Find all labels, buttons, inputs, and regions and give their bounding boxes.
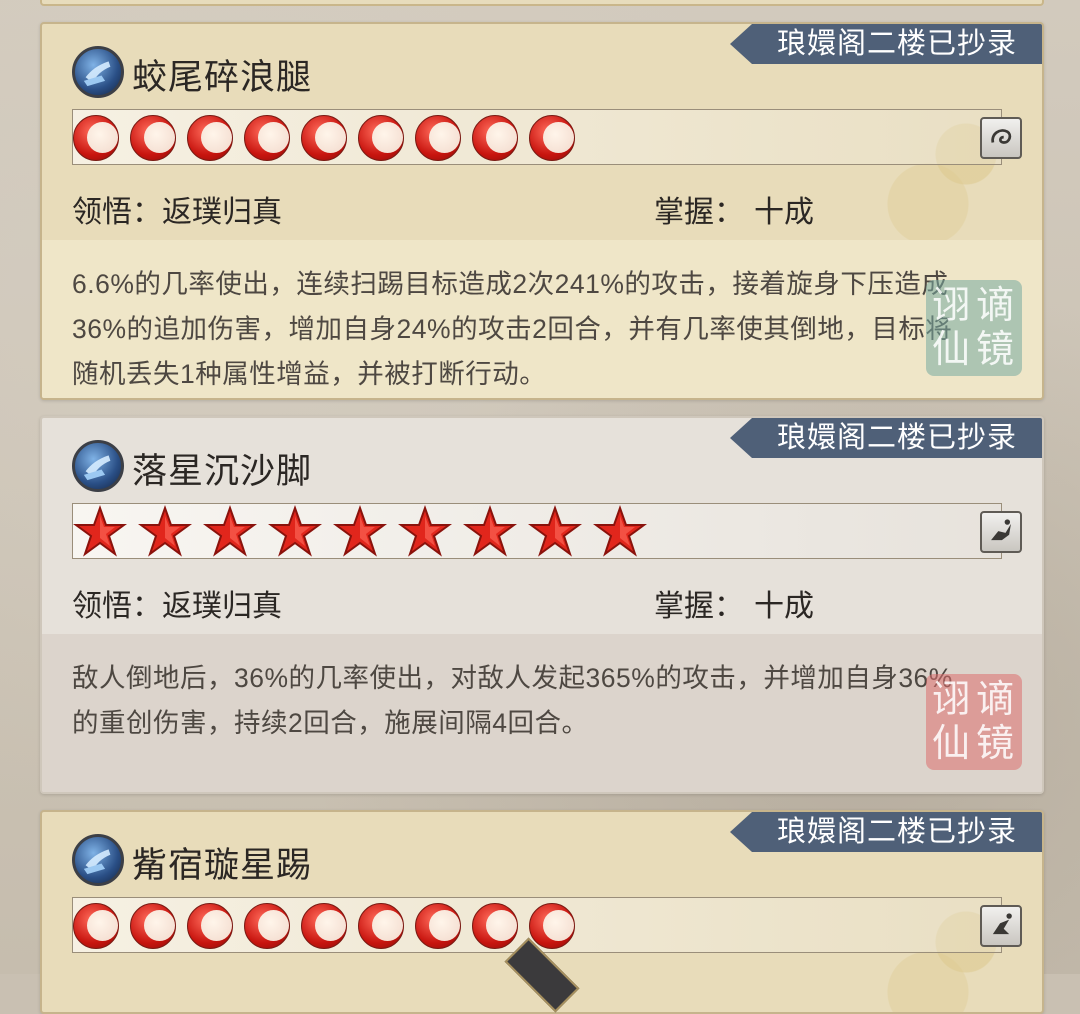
level-moon-icon [529,903,575,949]
level-star-icon [267,504,323,559]
mastery-label: 掌握： [654,590,744,623]
previous-card-edge [40,0,1044,6]
level-moon-icon [301,903,347,949]
copied-status-ribbon: 琅嬛阁二楼已抄录 [730,812,1042,852]
seal-stamp: 诩谪仙镜 [926,280,1022,376]
mastery-row: 掌握： 十成 [654,187,814,231]
level-moon-icon [472,903,518,949]
kick-skill-icon[interactable] [72,834,124,886]
copied-status-ribbon: 琅嬛阁二楼已抄录 [730,24,1042,64]
skill-description: 敌人倒地后，36%的几率使出，对敌人发起365%的攻击，并增加自身36%的重创伤… [72,663,953,738]
level-star-icon [397,504,453,559]
level-moon-icon [73,115,119,161]
kick-skill-icon[interactable] [72,46,124,98]
skill-name: 蛟尾碎浪腿 [132,58,313,97]
level-bar [72,109,1002,165]
description-area: 6.6%的几率使出，连续扫踢目标造成2次241%的攻击，接着旋身下压造成36%的… [42,240,1042,398]
mastery-row: 掌握： 十成 [654,581,814,625]
level-pips [73,112,586,164]
level-moon-icon [187,903,233,949]
level-moon-icon [244,903,290,949]
level-star-icon [332,504,388,559]
fighter-mini-icon[interactable] [980,511,1022,553]
level-bar [72,897,1002,953]
swirl-mini-icon[interactable] [980,117,1022,159]
level-moon-icon [130,903,176,949]
mastery-value: 十成 [754,590,814,623]
kick-skill-icon[interactable] [72,440,124,492]
comprehension-row: 领悟：返璞归真 [72,187,282,231]
level-pips [72,504,658,559]
comprehension-value: 返璞归真 [162,196,282,229]
skill-card-1[interactable]: 琅嬛阁二楼已抄录 蛟尾碎浪腿 领悟：返璞归真 掌握： 十成 6.6%的几率使出，连… [40,22,1044,400]
skill-name: 落星沉沙脚 [132,452,313,491]
level-star-icon [137,504,193,559]
seal-stamp: 诩谪仙镜 [926,674,1022,770]
skill-name: 觜宿璇星踢 [132,846,313,885]
level-moon-icon [73,903,119,949]
description-area: 敌人倒地后，36%的几率使出，对敌人发起365%的攻击，并增加自身36%的重创伤… [42,634,1042,792]
level-star-icon [592,504,648,559]
comprehension-label: 领悟： [72,590,162,623]
level-star-icon [462,504,518,559]
skill-description: 6.6%的几率使出，连续扫踢目标造成2次241%的攻击，接着旋身下压造成36%的… [72,269,953,389]
level-moon-icon [358,115,404,161]
level-star-icon [202,504,258,559]
level-moon-icon [529,115,575,161]
comprehension-row: 领悟：返璞归真 [72,581,282,625]
level-star-icon [72,504,128,559]
level-bar [72,503,1002,559]
level-moon-icon [415,115,461,161]
level-moon-icon [358,903,404,949]
copied-status-ribbon: 琅嬛阁二楼已抄录 [730,418,1042,458]
comprehension-label: 领悟： [72,196,162,229]
skill-card-2[interactable]: 琅嬛阁二楼已抄录 落星沉沙脚 领悟：返璞归真 掌握： 十成 敌人倒地后，36%的几… [40,416,1044,794]
level-moon-icon [244,115,290,161]
level-pips [73,900,586,952]
leap-mini-icon[interactable] [980,905,1022,947]
level-moon-icon [187,115,233,161]
mastery-label: 掌握： [654,196,744,229]
level-moon-icon [301,115,347,161]
level-moon-icon [415,903,461,949]
level-moon-icon [472,115,518,161]
level-moon-icon [130,115,176,161]
comprehension-value: 返璞归真 [162,590,282,623]
mastery-value: 十成 [754,196,814,229]
level-star-icon [527,504,583,559]
